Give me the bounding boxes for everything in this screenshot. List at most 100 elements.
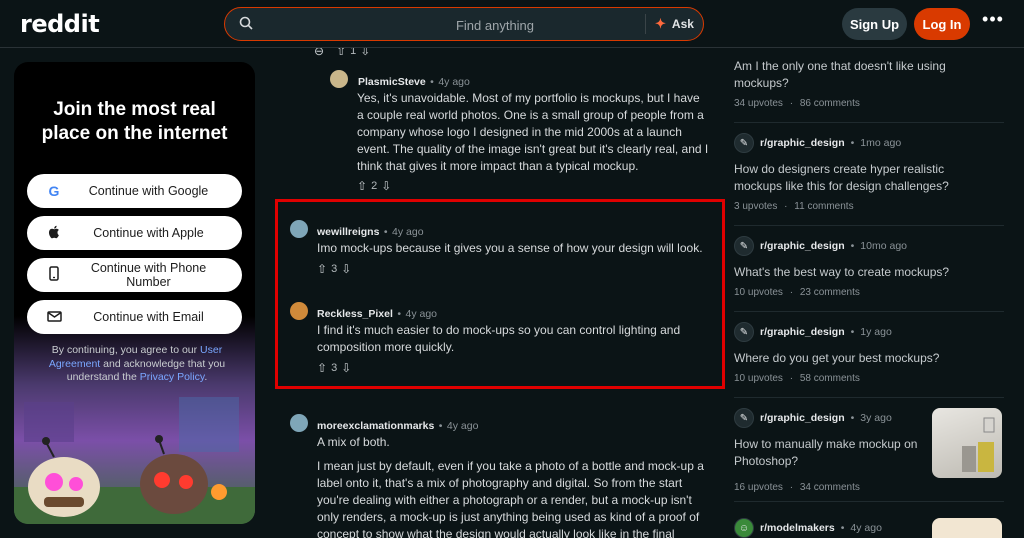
comment-count: 34 comments — [799, 482, 860, 493]
meta-separator: • — [850, 240, 855, 252]
avatar[interactable] — [330, 70, 348, 88]
legal-notice: By continuing, you agree to our User Agr… — [32, 344, 242, 385]
comment-author[interactable]: PlasmicSteve — [358, 76, 426, 88]
comment-actions: ⇧ 2 ⇩ — [357, 179, 391, 193]
search-input[interactable] — [265, 16, 645, 34]
comment-time[interactable]: 4y ago — [438, 76, 470, 88]
phone-label: Continue with Phone Number — [90, 261, 207, 289]
related-post[interactable]: ☺ r/modelmakers • 4y ago — [734, 518, 964, 538]
post-divider — [734, 122, 1004, 123]
post-thumbnail[interactable] — [932, 518, 1002, 538]
related-post[interactable]: ✎ r/graphic_design • 10mo ago What's the… — [734, 236, 964, 298]
post-title[interactable]: Am I the only one that doesn't like usin… — [734, 58, 964, 92]
post-time: 4y ago — [850, 522, 882, 534]
apple-icon — [39, 225, 69, 242]
vote-count: 2 — [371, 180, 378, 192]
post-title[interactable]: How do designers create hyper realistic … — [734, 161, 964, 195]
post-divider — [734, 225, 1004, 226]
subreddit-pen-icon[interactable]: ✎ — [734, 133, 754, 153]
post-title[interactable]: How to manually make mockup on Photoshop… — [734, 436, 924, 470]
search-bar[interactable]: ✦ Ask — [224, 7, 704, 41]
google-icon: G — [48, 183, 60, 199]
vote-count: 1 — [350, 48, 357, 57]
email-icon — [39, 309, 69, 325]
upvote-count: 16 upvotes — [734, 482, 783, 493]
meta-separator: · — [789, 98, 794, 109]
comment-count: 58 comments — [799, 373, 860, 384]
related-post[interactable]: ✎ r/graphic_design • 1mo ago How do desi… — [734, 133, 964, 212]
post-title[interactable]: What's the best way to create mockups? — [734, 264, 964, 281]
privacy-policy-link[interactable]: Privacy Policy — [140, 371, 205, 383]
subreddit-pen-icon[interactable]: ✎ — [734, 408, 754, 428]
upvote-icon[interactable]: ⇧ — [336, 48, 346, 58]
comment-actions-top: ⊖ ⇧ 1 ⇩ — [314, 48, 370, 58]
subreddit-name[interactable]: r/graphic_design — [760, 137, 845, 149]
log-in-button[interactable]: Log In — [914, 8, 970, 40]
post-title[interactable]: Where do you get your best mockups? — [734, 350, 964, 367]
post-subreddit-row: ✎ r/graphic_design • 1mo ago — [734, 133, 964, 153]
subreddit-snoo-icon[interactable]: ☺ — [734, 518, 754, 538]
sparkle-icon: ✦ — [655, 16, 666, 31]
post-time: 1mo ago — [860, 137, 902, 149]
post-subreddit-row: ☺ r/modelmakers • 4y ago — [734, 518, 964, 538]
meta-separator: · — [784, 201, 788, 212]
subreddit-pen-icon[interactable]: ✎ — [734, 322, 754, 342]
downvote-icon[interactable]: ⇩ — [381, 179, 391, 193]
post-meta: 34 upvotes · 86 comments — [734, 98, 964, 109]
ask-label: Ask — [671, 17, 694, 31]
meta-separator: • — [850, 137, 855, 149]
subreddit-name[interactable]: r/graphic_design — [760, 326, 845, 338]
meta-separator: · — [789, 482, 794, 493]
post-subreddit-row: ✎ r/graphic_design • 3y ago — [734, 408, 924, 428]
related-post[interactable]: Am I the only one that doesn't like usin… — [734, 58, 964, 109]
ask-button[interactable]: ✦ Ask — [649, 11, 699, 37]
subreddit-name[interactable]: r/graphic_design — [760, 240, 845, 252]
time-separator: • — [430, 76, 434, 88]
email-label: Continue with Email — [93, 310, 204, 324]
comment-count: 11 comments — [794, 201, 854, 212]
upvote-icon[interactable]: ⇧ — [357, 179, 367, 193]
continue-with-email-button[interactable]: Continue with Email — [27, 300, 242, 334]
comment-body: A mix of both. — [317, 435, 390, 449]
phone-icon — [39, 266, 69, 284]
comment-count: 86 comments — [799, 98, 860, 109]
post-subreddit-row: ✎ r/graphic_design • 1y ago — [734, 322, 964, 342]
subreddit-pen-icon[interactable]: ✎ — [734, 236, 754, 256]
promo-title-line1: Join the most real — [53, 99, 216, 120]
sign-up-button[interactable]: Sign Up — [842, 8, 907, 40]
post-divider — [734, 501, 1004, 502]
post-thumbnail[interactable] — [932, 408, 1002, 478]
post-time: 10mo ago — [860, 240, 907, 252]
related-post[interactable]: ✎ r/graphic_design • 3y ago How to manua… — [734, 408, 924, 493]
reddit-logo[interactable]: reddit — [20, 10, 100, 38]
post-time: 3y ago — [860, 412, 892, 424]
continue-with-google-button[interactable]: G Continue with Google — [27, 174, 242, 208]
meta-separator: • — [850, 326, 855, 338]
meta-separator: • — [850, 412, 855, 424]
comment-body: I mean just by default, even if you take… — [317, 459, 704, 538]
meta-separator: · — [789, 373, 794, 384]
avatar[interactable] — [290, 414, 308, 432]
search-icon — [239, 16, 253, 30]
collapse-icon[interactable]: ⊖ — [314, 48, 324, 58]
legal-text-3: . — [204, 371, 208, 383]
comment-author[interactable]: moreexclamationmarks — [317, 420, 434, 432]
legal-text-1: By continuing, you agree to our — [51, 344, 201, 356]
top-header: reddit ✦ Ask Sign Up Log In ••• — [0, 0, 1024, 48]
thumbnail-image — [962, 417, 995, 472]
upvote-count: 3 upvotes — [734, 201, 778, 212]
comment-time[interactable]: 4y ago — [447, 420, 479, 432]
post-divider — [734, 397, 1004, 398]
post-divider — [734, 311, 1004, 312]
promo-title-line2: place on the internet — [41, 123, 228, 144]
related-post[interactable]: ✎ r/graphic_design • 1y ago Where do you… — [734, 322, 964, 384]
post-meta: 16 upvotes · 34 comments — [734, 482, 924, 493]
continue-with-phone-button[interactable]: Continue with Phone Number — [27, 258, 242, 292]
subreddit-name[interactable]: r/graphic_design — [760, 412, 845, 424]
subreddit-name[interactable]: r/modelmakers — [760, 522, 835, 534]
more-options-icon[interactable]: ••• — [982, 10, 1004, 32]
continue-with-apple-button[interactable]: Continue with Apple — [27, 216, 242, 250]
downvote-icon[interactable]: ⇩ — [360, 48, 370, 58]
search-divider — [645, 14, 646, 34]
comment-body: Yes, it's unavoidable. Most of my portfo… — [357, 91, 709, 173]
